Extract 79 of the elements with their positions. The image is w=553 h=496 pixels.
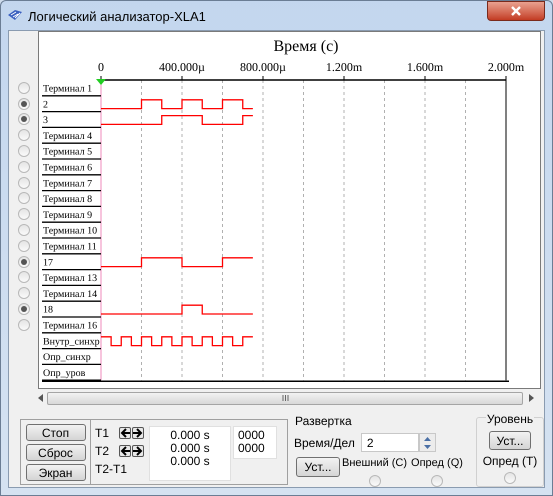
radio-button[interactable] — [18, 192, 30, 204]
channel-label: Внутр_синхр — [43, 336, 100, 348]
tick-label: 800.000µ — [240, 60, 286, 74]
channel-label: 17 — [43, 257, 53, 268]
time-per-div-field[interactable]: 2 — [360, 433, 419, 452]
radio-button[interactable] — [18, 224, 30, 236]
option-label: Опред (Q) — [411, 456, 463, 471]
tick-label: 1.200m — [326, 60, 362, 74]
set-button[interactable]: Уст... — [489, 431, 531, 450]
cursor-marker-icon[interactable] — [96, 79, 106, 85]
channel-label: Терминал 4 — [43, 130, 92, 142]
radio-button[interactable] — [18, 256, 30, 268]
time-value: 0.000 s — [170, 429, 210, 442]
spinner[interactable] — [418, 433, 436, 452]
radio-button[interactable] — [18, 240, 30, 252]
scroll-right-icon[interactable] — [529, 394, 534, 402]
radio-button[interactable] — [430, 474, 443, 486]
right-arrow-button[interactable] — [132, 444, 144, 456]
action-button[interactable]: Стоп — [26, 424, 86, 441]
action-button[interactable]: Сброс — [26, 444, 86, 461]
channel-label: Терминал 6 — [43, 162, 92, 174]
radio-button[interactable] — [18, 176, 30, 189]
channel-label: Опр_синхр — [43, 352, 91, 364]
radio-button[interactable] — [18, 160, 30, 173]
app-icon — [7, 9, 23, 21]
time-value: 0.000 s — [170, 455, 210, 468]
radio-button[interactable] — [18, 98, 30, 110]
cursor-label: T1 — [95, 424, 110, 442]
channel-label: 3 — [43, 115, 48, 126]
count-value: 0000 — [238, 442, 266, 455]
radio-button[interactable] — [504, 472, 516, 484]
cursor-label: T2 — [95, 442, 110, 460]
channel-label: Терминал 11 — [43, 242, 97, 252]
radio-button[interactable] — [18, 303, 30, 316]
close-icon — [510, 6, 522, 16]
up-arrow-icon[interactable] — [424, 437, 431, 441]
tick-label: 400.000µ — [159, 60, 205, 74]
left-arrow-button[interactable] — [119, 426, 131, 438]
channel-label: 18 — [43, 304, 53, 316]
cursor-label: T2-T1 — [95, 460, 128, 478]
grip-icon — [282, 395, 288, 401]
tick-label: 2.000m — [488, 60, 524, 74]
set-button[interactable]: Уст... — [296, 457, 340, 477]
tick-label: 0 — [98, 60, 104, 74]
channel-label: Терминал 7 — [43, 178, 92, 190]
channel-label: Терминал 13 — [43, 273, 98, 284]
channel-label: Терминал 10 — [43, 226, 98, 237]
radio-button[interactable] — [18, 145, 30, 158]
radio-button[interactable] — [18, 287, 30, 300]
channel-label: 2 — [43, 99, 48, 110]
time-value: 0.000 s — [170, 442, 210, 455]
action-button[interactable]: Экран — [26, 464, 86, 481]
channel-label: Терминал 8 — [43, 194, 92, 206]
tick-label: 1.600m — [406, 60, 444, 74]
channel-label: Терминал 16 — [43, 320, 98, 332]
window-title: Логический анализатор-XLA1 — [28, 8, 206, 26]
radio-button[interactable] — [18, 113, 30, 126]
down-arrow-icon[interactable] — [424, 445, 431, 449]
option-label: Внешний (С) — [342, 456, 408, 471]
scroll-left-icon[interactable] — [38, 394, 43, 402]
radio-button[interactable] — [18, 82, 30, 94]
close-button[interactable] — [487, 1, 545, 21]
axis-title: Время (с) — [274, 38, 338, 55]
option-label: Опред (T) — [482, 453, 538, 470]
radio-button[interactable] — [368, 474, 381, 486]
radio-button[interactable] — [18, 271, 30, 284]
field-label: Время/Дел — [294, 434, 355, 452]
right-arrow-button[interactable] — [132, 426, 144, 438]
group-title: Развертка — [295, 413, 353, 430]
channel-label: Терминал 14 — [43, 288, 98, 300]
radio-button[interactable] — [18, 208, 30, 220]
channel-label: Терминал 1 — [43, 84, 92, 94]
radio-button[interactable] — [18, 129, 30, 142]
count-value: 0000 — [238, 429, 266, 442]
channel-label: Терминал 9 — [43, 210, 92, 221]
channel-label: Терминал 5 — [43, 146, 92, 158]
channel-label: Опр_уров — [43, 368, 86, 379]
left-arrow-button[interactable] — [119, 444, 131, 456]
radio-button[interactable] — [18, 318, 30, 331]
